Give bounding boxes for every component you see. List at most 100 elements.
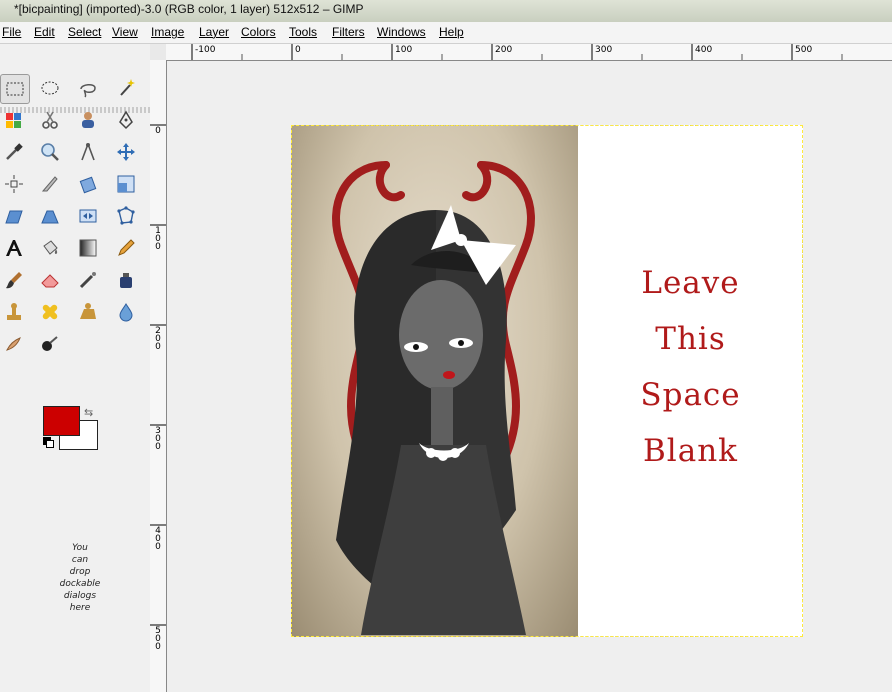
select-by-color-icon <box>6 113 21 128</box>
ruler-label: 300 <box>595 45 613 55</box>
paintbrush-tool[interactable] <box>0 266 28 294</box>
dock-hint-line: You <box>72 543 88 553</box>
rect-select-tool[interactable] <box>0 74 30 104</box>
ruler-label: 500 <box>155 626 161 652</box>
perspective-icon <box>41 210 59 224</box>
menu-view[interactable]: View <box>112 25 138 39</box>
smudge-tool[interactable] <box>0 330 28 358</box>
foreground-color-swatch[interactable] <box>43 406 80 436</box>
eyedropper-icon <box>6 143 23 160</box>
ruler-corner[interactable] <box>150 44 167 61</box>
flip-tool[interactable] <box>74 202 102 230</box>
ruler-label: 400 <box>695 45 713 55</box>
scissors-icon <box>42 111 58 129</box>
dock-hint-line: here <box>69 603 91 613</box>
clone-tool[interactable] <box>0 298 28 326</box>
foreground-select-icon <box>82 112 94 128</box>
ruler-label: 500 <box>795 45 813 55</box>
airbrush-tool[interactable] <box>74 266 102 294</box>
dock-hint: You can drop dockable dialogs here <box>55 542 105 614</box>
paintbrush-icon <box>6 272 22 289</box>
align-icon <box>5 175 23 193</box>
dock-hint-line: dockable <box>59 579 101 589</box>
foreground-select-tool[interactable] <box>74 106 102 134</box>
ruler-ticks <box>191 44 843 60</box>
dodge-burn-icon <box>42 336 58 351</box>
measure-tool[interactable] <box>74 138 102 166</box>
rotate-tool[interactable] <box>74 170 102 198</box>
menu-bar: File Edit Select View Image Layer Colors… <box>0 22 892 44</box>
water-drop-icon <box>119 303 133 322</box>
ruler-ticks <box>150 124 166 626</box>
bandage-icon <box>42 304 58 320</box>
menu-filters[interactable]: Filters <box>332 25 365 39</box>
pencil-tool[interactable] <box>112 234 140 262</box>
menu-edit[interactable]: Edit <box>34 25 55 39</box>
crop-knife-icon <box>41 176 58 192</box>
scale-icon <box>117 175 135 193</box>
scale-tool[interactable] <box>112 170 140 198</box>
compass-icon <box>81 143 95 161</box>
menu-colors[interactable]: Colors <box>241 25 276 39</box>
zoom-tool[interactable] <box>36 138 64 166</box>
blank-text-line: Space <box>640 377 741 413</box>
default-colors-icon[interactable] <box>43 437 54 448</box>
move-tool[interactable] <box>112 138 140 166</box>
eraser-tool[interactable] <box>36 266 64 294</box>
blank-text-line: This <box>655 321 726 357</box>
paths-icon <box>119 110 133 130</box>
text-tool[interactable] <box>0 234 28 262</box>
shear-tool[interactable] <box>0 202 28 230</box>
ink-tool[interactable] <box>112 266 140 294</box>
perspective-tool[interactable] <box>36 202 64 230</box>
cage-transform-tool[interactable] <box>112 202 140 230</box>
rect-select-icon <box>6 82 24 96</box>
free-select-tool[interactable] <box>74 74 102 102</box>
ruler-label: 300 <box>155 426 161 452</box>
fuzzy-select-tool[interactable] <box>112 74 140 102</box>
menu-windows[interactable]: Windows <box>377 25 426 39</box>
pencil-icon <box>118 239 135 256</box>
heal-tool[interactable] <box>36 298 64 326</box>
bucket-fill-tool[interactable] <box>36 234 64 262</box>
blank-text-line: Blank <box>643 433 738 469</box>
blur-tool[interactable] <box>112 298 140 326</box>
swap-colors-icon[interactable]: ⇆ <box>84 406 93 419</box>
ruler-label: 0 <box>155 126 161 136</box>
ellipse-select-tool[interactable] <box>36 74 64 102</box>
text-icon <box>6 240 22 256</box>
painting-image <box>291 125 578 637</box>
paths-tool[interactable] <box>112 106 140 134</box>
dock-hint-line: drop <box>69 567 91 577</box>
scissors-select-tool[interactable] <box>36 106 64 134</box>
toolbox: ⇆ You can drop dockable dialogs here <box>0 44 166 692</box>
eraser-icon <box>41 274 59 288</box>
menu-layer[interactable]: Layer <box>199 25 229 39</box>
menu-file[interactable]: File <box>2 25 21 39</box>
horizontal-ruler[interactable]: -100 0 100 200 300 400 500 <box>166 44 892 61</box>
leave-blank-text: Leave This Space Blank <box>578 255 803 479</box>
image-canvas[interactable]: Leave This Space Blank <box>291 125 803 637</box>
blank-area: Leave This Space Blank <box>578 125 803 637</box>
menu-help[interactable]: Help <box>439 25 464 39</box>
align-tool[interactable] <box>0 170 28 198</box>
gradient-icon <box>79 239 97 257</box>
magnifier-icon <box>41 143 59 161</box>
menu-tools[interactable]: Tools <box>289 25 317 39</box>
ink-bottle-icon <box>120 273 132 288</box>
dodge-burn-tool[interactable] <box>36 330 64 358</box>
menu-image[interactable]: Image <box>151 25 184 39</box>
vertical-ruler[interactable]: 0 100 200 300 400 500 <box>150 60 167 692</box>
airbrush-icon <box>79 272 96 289</box>
ruler-label: 400 <box>155 526 161 552</box>
magic-wand-icon <box>120 79 135 96</box>
crop-tool[interactable] <box>36 170 64 198</box>
color-picker-tool[interactable] <box>0 138 28 166</box>
perspective-clone-tool[interactable] <box>74 298 102 326</box>
blend-tool[interactable] <box>74 234 102 262</box>
move-arrows-icon <box>117 143 135 161</box>
dock-hint-line: dialogs <box>63 591 97 601</box>
menu-select[interactable]: Select <box>68 25 101 39</box>
select-by-color-tool[interactable] <box>0 106 28 134</box>
rotate-icon <box>79 176 97 194</box>
